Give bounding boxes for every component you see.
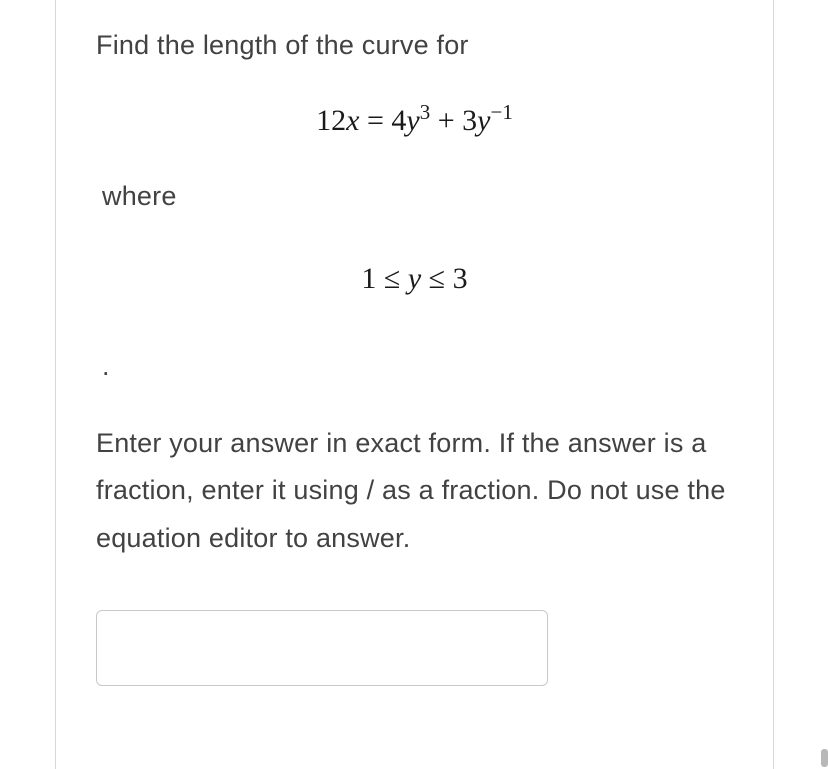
scrollbar-thumb[interactable] [821,749,828,767]
answer-instructions: Enter your answer in exact form. If the … [96,420,733,562]
where-label: where [96,181,733,212]
question-panel: Find the length of the curve for 12x = 4… [56,0,773,726]
panel-border-right [773,0,774,769]
answer-input[interactable] [96,610,548,686]
terminal-dot: . [96,351,733,382]
question-prompt: Find the length of the curve for [96,30,733,61]
range-display: 1 ≤ y ≤ 3 [96,262,733,296]
equation-display: 12x = 4y3 + 3y−1 [96,106,733,136]
